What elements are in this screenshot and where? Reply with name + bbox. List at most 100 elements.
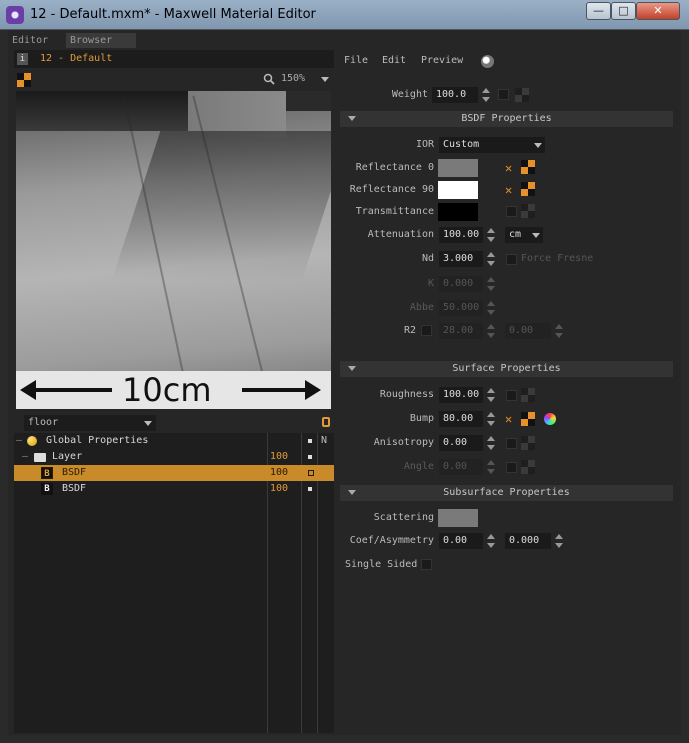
r2-input-1[interactable]: 28.00 (439, 323, 483, 339)
info-icon[interactable]: i (17, 53, 28, 65)
weight-texture-icon[interactable] (515, 88, 529, 102)
material-preview[interactable]: 10cm (16, 91, 331, 409)
attenuation-unit: cm (509, 229, 522, 240)
section-title: Subsurface Properties (443, 487, 570, 498)
menu-preview[interactable]: Preview (421, 55, 463, 66)
render-globe-icon[interactable] (481, 55, 494, 68)
scale-label: 10cm (122, 371, 212, 409)
force-fresnel-label: Force Fresne (521, 253, 594, 264)
visibility-toggle[interactable] (308, 455, 312, 459)
transmittance-map-checkbox[interactable] (506, 206, 517, 217)
layer-weight[interactable]: 100 (270, 451, 288, 462)
zoom-dropdown-icon[interactable] (321, 77, 329, 82)
k-spinner[interactable] (487, 276, 495, 292)
preview-wall-right (286, 91, 331, 111)
asymmetry-spinner[interactable] (555, 533, 563, 549)
k-input[interactable]: 0.000 (439, 276, 483, 292)
bsdf-badge-icon: B (41, 467, 53, 479)
maximize-button[interactable]: □ (611, 2, 636, 20)
force-fresnel-checkbox[interactable] (506, 254, 517, 265)
anisotropy-map-checkbox[interactable] (506, 438, 517, 449)
roughness-map-checkbox[interactable] (506, 390, 517, 401)
weight-spinner[interactable] (482, 87, 490, 103)
abbe-spinner[interactable] (487, 300, 495, 316)
bump-input[interactable]: 80.00 (439, 411, 483, 427)
bump-texture-icon[interactable] (521, 412, 535, 426)
weight-map-checkbox[interactable] (498, 89, 509, 100)
single-sided-checkbox[interactable] (421, 559, 432, 570)
angle-texture-icon[interactable] (521, 460, 535, 474)
visibility-toggle[interactable] (308, 470, 314, 476)
reflectance90-label: Reflectance 90 (349, 184, 434, 195)
roughness-texture-icon[interactable] (521, 388, 535, 402)
layer-filter-dropdown[interactable]: floor (24, 415, 156, 431)
angle-input[interactable]: 0.00 (439, 459, 483, 475)
layer-filter-value: floor (28, 417, 59, 428)
reflectance90-texture-icon[interactable] (521, 182, 535, 196)
attenuation-spinner[interactable] (487, 227, 495, 243)
nd-input[interactable]: 3.000 (439, 251, 483, 267)
material-thumbnail-icon[interactable] (17, 73, 31, 87)
tree-row-global-properties[interactable]: – Global Properties N (14, 433, 334, 449)
r2-spinner-2[interactable] (555, 323, 563, 339)
subsurface-section-header[interactable]: Subsurface Properties (340, 485, 673, 501)
visibility-toggle[interactable] (308, 439, 312, 443)
reflectance90-color-swatch[interactable] (438, 181, 478, 199)
angle-map-checkbox[interactable] (506, 462, 517, 473)
abbe-input[interactable]: 50.000 (439, 300, 483, 316)
reflectance0-texture-icon[interactable] (521, 160, 535, 174)
anisotropy-spinner[interactable] (487, 435, 495, 451)
collapse-toggle-icon[interactable]: – (22, 451, 28, 462)
material-name[interactable]: 12 - Default (40, 53, 112, 64)
roughness-input[interactable]: 100.00 (439, 387, 483, 403)
transmittance-color-swatch[interactable] (438, 203, 478, 221)
tab-browser[interactable]: Browser (66, 33, 136, 48)
anisotropy-texture-icon[interactable] (521, 436, 535, 450)
remove-map-icon[interactable]: ✕ (505, 184, 515, 196)
bsdf-weight[interactable]: 100 (270, 467, 288, 478)
tree-row-layer[interactable]: – Layer 100 (14, 449, 334, 465)
ior-dropdown[interactable]: Custom (439, 137, 545, 153)
menu-file[interactable]: File (344, 55, 368, 66)
r2-input-2[interactable]: 0.00 (505, 323, 551, 339)
r2-checkbox[interactable] (421, 325, 432, 336)
angle-label: Angle (403, 461, 434, 472)
remove-map-icon[interactable]: ✕ (505, 162, 515, 174)
lock-icon[interactable] (322, 417, 330, 427)
r2-spinner-1[interactable] (487, 323, 495, 339)
weight-input[interactable]: 100.0 (432, 87, 478, 103)
visibility-toggle[interactable] (308, 487, 312, 491)
coef-spinner[interactable] (487, 533, 495, 549)
minimize-button[interactable]: — (586, 2, 611, 20)
anisotropy-input[interactable]: 0.00 (439, 435, 483, 451)
menu-edit[interactable]: Edit (382, 55, 406, 66)
surface-section-header[interactable]: Surface Properties (340, 361, 673, 377)
attenuation-unit-dropdown[interactable]: cm (505, 227, 543, 243)
ior-label: IOR (415, 139, 434, 150)
bump-spinner[interactable] (487, 411, 495, 427)
roughness-spinner[interactable] (487, 387, 495, 403)
folder-icon (34, 453, 46, 462)
transmittance-texture-icon[interactable] (521, 204, 535, 218)
normal-map-icon[interactable] (544, 413, 556, 425)
coef-input[interactable]: 0.00 (439, 533, 483, 549)
zoom-level[interactable]: 150% (281, 73, 305, 84)
bsdf-section-header[interactable]: BSDF Properties (340, 111, 673, 127)
maxwell-app-icon (6, 6, 24, 24)
close-button[interactable]: ✕ (636, 2, 680, 20)
tab-editor[interactable]: Editor (8, 33, 58, 48)
preview-wall (16, 91, 191, 131)
reflectance0-color-swatch[interactable] (438, 159, 478, 177)
asymmetry-input[interactable]: 0.000 (505, 533, 551, 549)
weight-label: Weight (391, 89, 428, 100)
tree-row-bsdf-selected[interactable]: B BSDF 100 (14, 465, 334, 481)
remove-map-icon[interactable]: ✕ (505, 413, 515, 425)
tree-row-bsdf[interactable]: B BSDF 100 (14, 481, 334, 497)
angle-spinner[interactable] (487, 459, 495, 475)
nd-spinner[interactable] (487, 251, 495, 267)
k-label: K (427, 278, 434, 289)
bsdf-weight[interactable]: 100 (270, 483, 288, 494)
scattering-color-swatch[interactable] (438, 509, 478, 527)
attenuation-input[interactable]: 100.00 (439, 227, 483, 243)
collapse-toggle-icon[interactable]: – (16, 435, 22, 446)
